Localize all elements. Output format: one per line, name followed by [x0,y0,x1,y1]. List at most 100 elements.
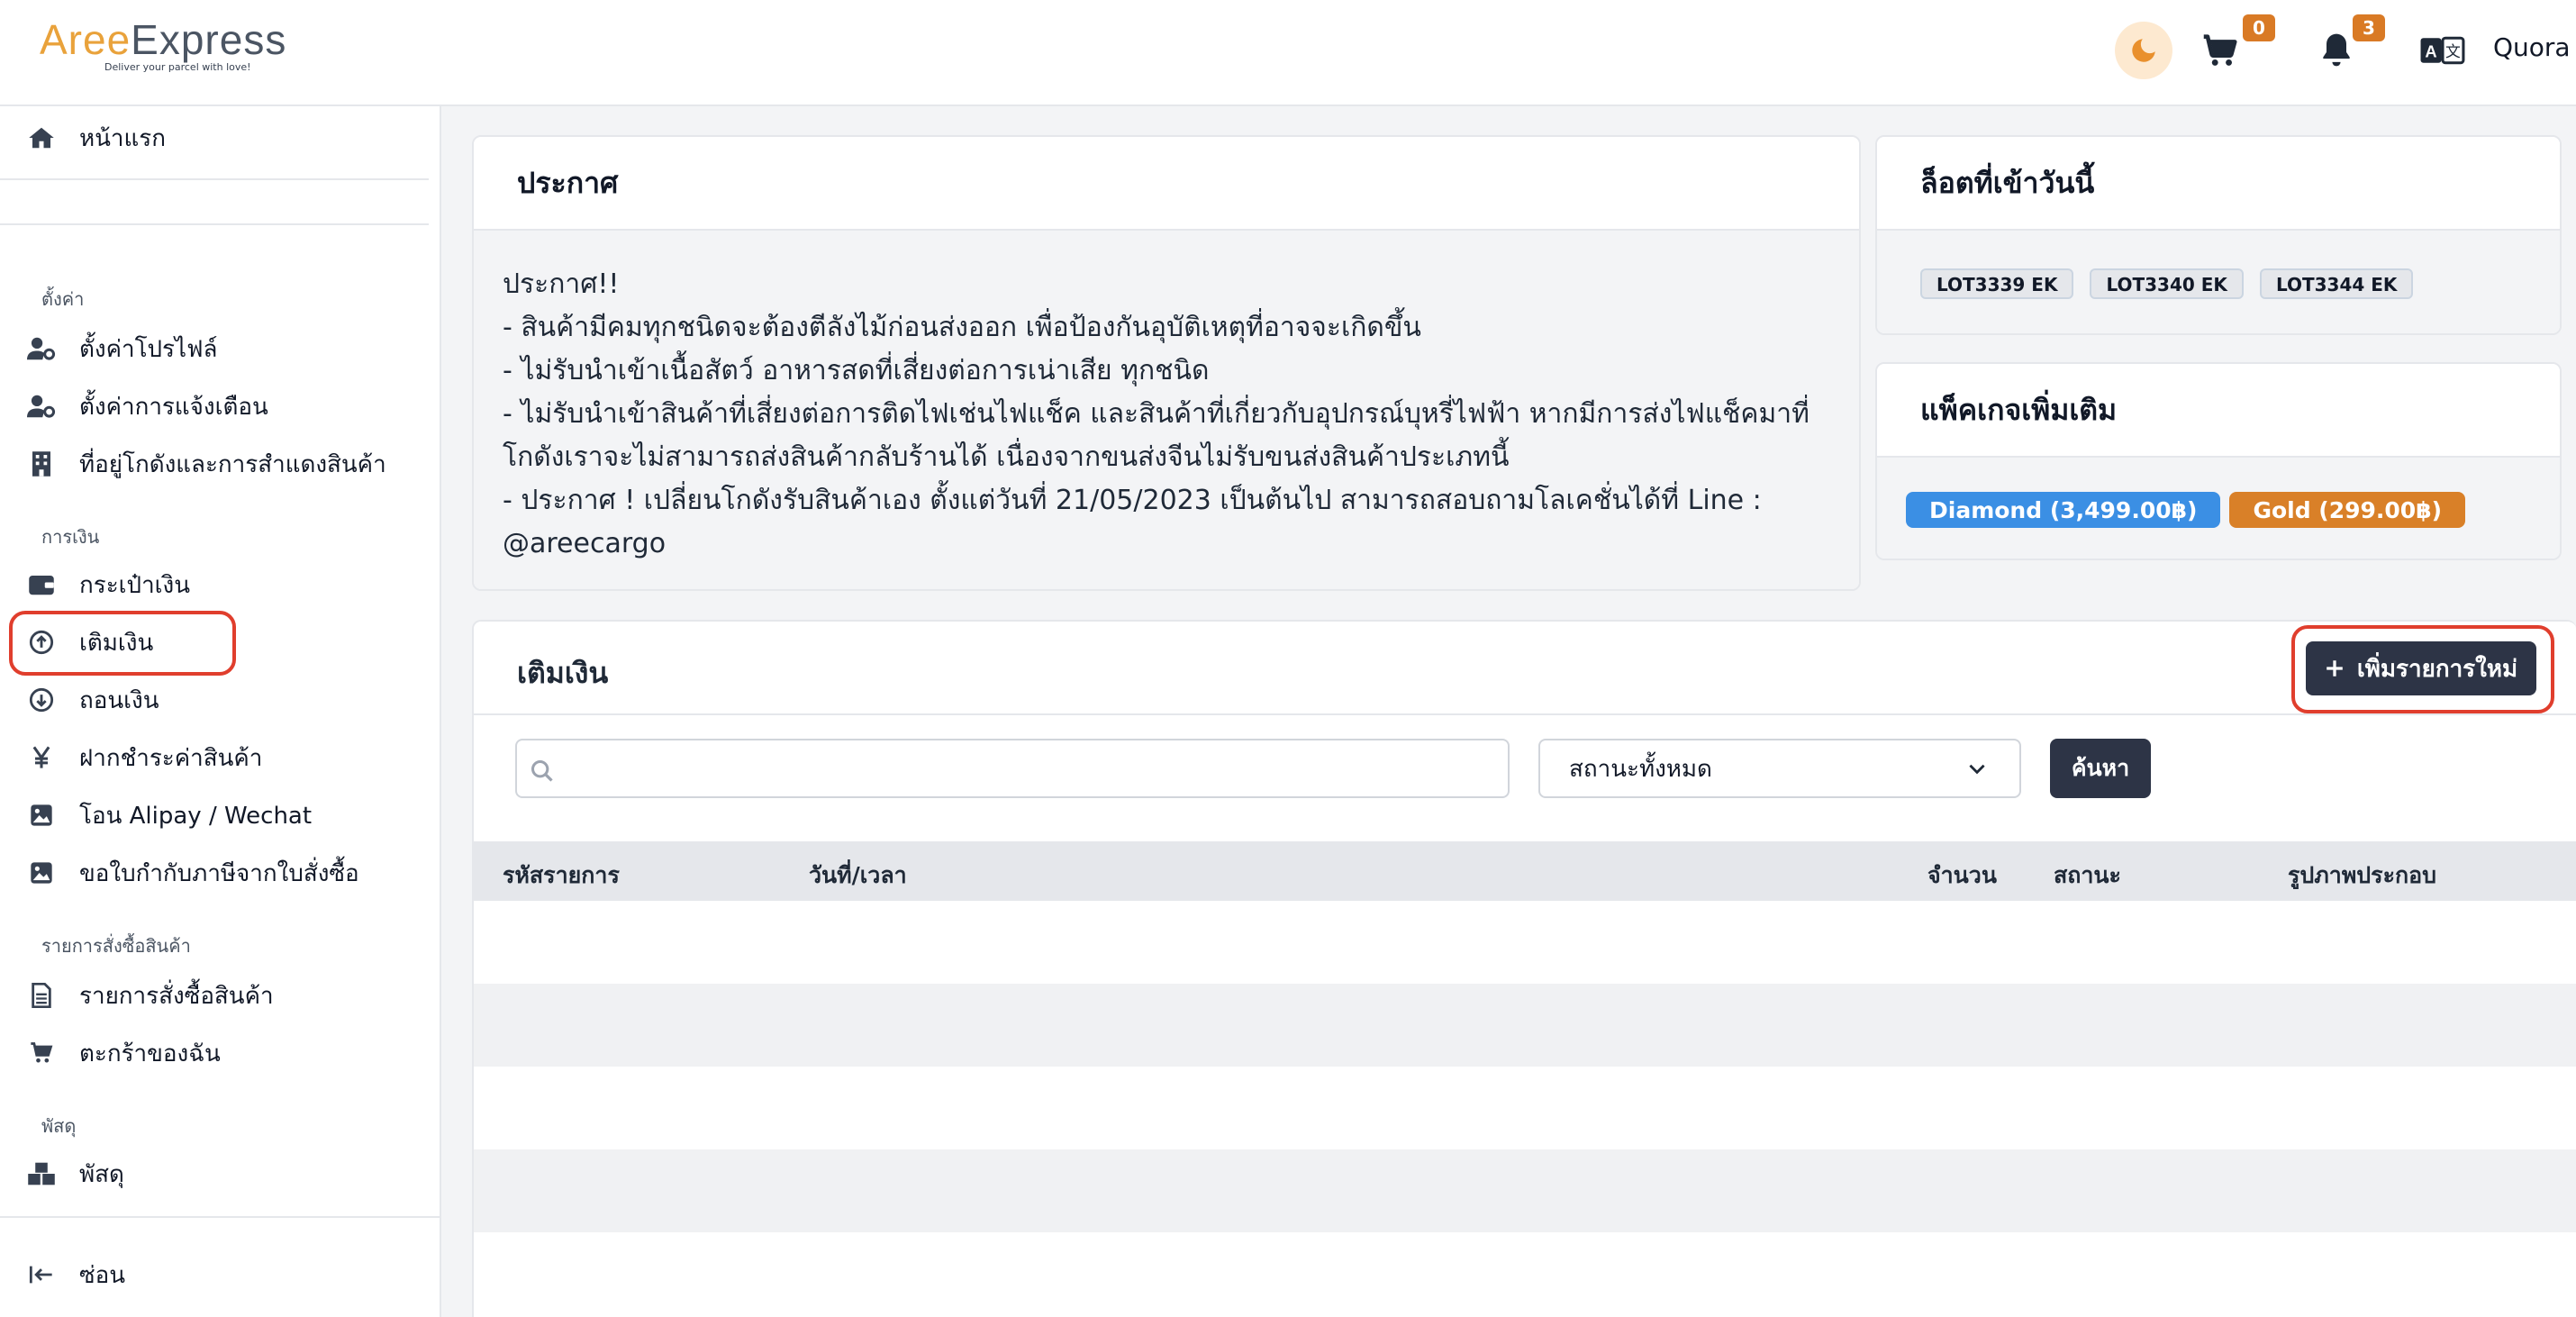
topup-card-header: เติมเงิน [474,622,2576,715]
sidebar-item-label: ฝากชำระค่าสินค้า [79,744,263,772]
user-name[interactable]: Quora [2493,32,2571,62]
logo-text-aree: Aree [40,16,132,63]
table-header: รหัสรายการ วันที่/เวลา จำนวน สถานะ รูปภา… [474,841,2576,901]
announcement-title: ประกาศ [474,137,1859,231]
add-button-highlight-annotation [2291,625,2554,713]
column-header-id[interactable]: รหัสรายการ [503,858,620,894]
sidebar-item-label: รายการสั่งซื้อสินค้า [79,982,274,1010]
lots-title: ล็อตที่เข้าวันนี้ [1877,137,2560,231]
lot-tag[interactable]: LOT3344 EK [2259,268,2414,299]
section-label-orders: รายการสั่งซื้อสินค้า [41,935,191,957]
topup-highlight-annotation [9,611,236,676]
column-header-amount[interactable]: จำนวน [1927,858,1997,894]
packages-title: แพ็คเกจเพิ่มเติม [1877,364,2560,458]
table-row [474,1067,2576,1149]
announcement-line: โกดังเราจะไม่สามารถส่งสินค้ากลับร้านได้ … [503,441,1510,473]
announcement-line: ประกาศ!! [503,268,620,300]
sidebar-item-notification-settings[interactable]: ตั้งค่าการแจ้งเตือน [25,384,268,429]
search-button[interactable]: ค้นหา [2050,739,2151,798]
section-label-parcels: พัสดุ [41,1115,77,1137]
column-header-image[interactable]: รูปภาพประกอบ [2288,858,2436,894]
sidebar-item-label: ตั้งค่าโปรไฟล์ [79,335,218,363]
cart-count-badge: 0 [2243,14,2275,41]
wallet-icon [25,568,58,601]
sidebar-item-home[interactable]: หน้าแรก [25,115,166,160]
sidebar-item-label: พัสดุ [79,1160,124,1188]
sidebar-item-label: ซ่อน [79,1261,126,1289]
sidebar-item-label: ที่อยู่โกดังและการสำแดงสินค้า [79,450,386,478]
status-select-value: สถานะทั้งหมด [1569,755,1712,783]
column-header-datetime[interactable]: วันที่/เวลา [809,858,907,894]
sidebar-item-pay-deposit[interactable]: ฝากชำระค่าสินค้า [25,735,262,780]
chevron-down-icon [1969,764,1985,775]
table-row [474,901,2576,984]
image-icon [25,799,58,831]
cart-icon [25,1037,58,1069]
announcement-line: @areecargo [503,528,667,559]
sidebar: หน้าแรก ตั้งค่า ตั้งค่าโปรไฟล์ ตั้งค่ากา… [0,106,441,1317]
document-icon [25,979,58,1012]
announcement-line: - ไม่รับนำเข้าเนื้อสัตว์ อาหารสดที่เสี่ย… [503,355,1210,386]
top-header: AreeExpress Deliver your parcel with lov… [0,0,2576,106]
sidebar-item-label: ขอใบกำกับภาษีจากใบสั่งซื้อ [79,859,359,887]
announcement-line: - ไม่รับนำเข้าสินค้าที่เสี่ยงต่อการติดไฟ… [503,398,1810,430]
sidebar-item-wallet[interactable]: กระเป๋าเงิน [25,562,190,607]
logo-text-express: Express [131,16,287,63]
search-input[interactable] [515,739,1510,798]
column-header-status[interactable]: สถานะ [2054,858,2121,894]
divider [0,1216,441,1218]
sidebar-item-tax-invoice[interactable]: ขอใบกำกับภาษีจากใบสั่งซื้อ [25,850,359,895]
notification-count-badge: 3 [2353,14,2385,41]
svg-text:文: 文 [2445,42,2461,60]
packages-card: แพ็คเกจเพิ่มเติม Diamond (3,499.00฿) Gol… [1875,362,2562,560]
announcement-line: - ประกาศ ! เปลี่ยนโกดังรับสินค้าเอง ตั้ง… [503,485,1762,516]
package-gold-button[interactable]: Gold (299.00฿) [2229,492,2466,528]
translate-icon: A文 [2420,36,2465,65]
search-icon [531,759,553,782]
sidebar-item-withdraw[interactable]: ถอนเงิน [25,677,159,722]
sidebar-item-parcels[interactable]: พัสดุ [25,1151,124,1196]
divider [0,223,429,225]
sidebar-collapse-button[interactable]: ซ่อน [25,1252,125,1297]
yen-icon [25,741,58,774]
sidebar-item-label: โอน Alipay / Wechat [79,802,313,830]
announcement-body: ประกาศ!! - สินค้ามีคมทุกชนิดจะต้องตีลังไ… [474,231,1859,589]
sidebar-item-label: กระเป๋าเงิน [79,571,191,599]
user-gear-icon [25,390,58,422]
sidebar-item-warehouse-address[interactable]: ที่อยู่โกดังและการสำแดงสินค้า [25,441,386,486]
bell-icon [2323,33,2350,67]
building-icon [25,448,58,480]
cart-icon [2203,34,2237,66]
table-row [474,984,2576,1067]
sidebar-item-label: ตั้งค่าการแจ้งเตือน [79,393,268,421]
topup-title: เติมเงิน [517,656,609,690]
table-row [474,1232,2576,1317]
theme-toggle-button[interactable] [2115,22,2172,79]
moon-icon [2132,39,2155,62]
sidebar-item-alipay-transfer[interactable]: โอน Alipay / Wechat [25,793,312,838]
lots-list: LOT3339 EK LOT3340 EK LOT3344 EK [1877,231,2560,333]
logo[interactable]: AreeExpress Deliver your parcel with lov… [40,16,286,73]
announcement-card: ประกาศ ประกาศ!! - สินค้ามีคมทุกชนิดจะต้อ… [472,135,1861,591]
collapse-left-icon [25,1258,58,1291]
package-diamond-button[interactable]: Diamond (3,499.00฿) [1906,492,2221,528]
status-select[interactable]: สถานะทั้งหมด [1538,739,2021,798]
lots-today-card: ล็อตที่เข้าวันนี้ LOT3339 EK LOT3340 EK … [1875,135,2562,335]
lot-tag[interactable]: LOT3339 EK [1920,268,2074,299]
home-icon [25,122,58,154]
sidebar-item-my-cart[interactable]: ตะกร้าของฉัน [25,1031,221,1076]
image-icon [25,857,58,889]
language-button[interactable]: A文 [2417,25,2468,76]
sidebar-item-orders[interactable]: รายการสั่งซื้อสินค้า [25,973,274,1018]
sidebar-item-label: ถอนเงิน [79,686,159,714]
section-label-settings: ตั้งค่า [41,288,85,310]
user-gear-icon [25,332,58,365]
cart-button[interactable] [2194,25,2245,76]
divider [0,178,429,180]
announcement-line: - สินค้ามีคมทุกชนิดจะต้องตีลังไม้ก่อนส่ง… [503,312,1421,343]
sidebar-item-label: หน้าแรก [79,124,166,152]
packages-list: Diamond (3,499.00฿) Gold (299.00฿) [1877,458,2560,559]
table-row [474,1149,2576,1232]
lot-tag[interactable]: LOT3340 EK [2090,268,2244,299]
sidebar-item-profile-settings[interactable]: ตั้งค่าโปรไฟล์ [25,326,217,371]
